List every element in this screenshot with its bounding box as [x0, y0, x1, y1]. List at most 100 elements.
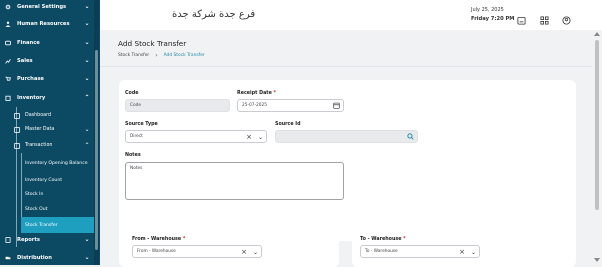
- source-id-label: Source Id: [275, 122, 301, 127]
- to-warehouse-placeholder: To - Warehouse: [365, 249, 398, 254]
- chevron-up-icon: ⌃: [84, 94, 90, 101]
- chevron-down-icon: ⌄: [84, 254, 90, 261]
- clear-icon[interactable]: ×: [459, 248, 465, 256]
- current-day-time: Friday 7:20 PM: [471, 16, 515, 22]
- chevron-down-icon: ⌄: [84, 236, 90, 243]
- branch-name: فرع جدة شركة جدة: [172, 9, 256, 20]
- sidebar-item-label: Stock In: [25, 191, 44, 197]
- page-scrollbar-thumb[interactable]: [595, 40, 599, 210]
- search-icon[interactable]: [407, 133, 414, 140]
- code-field[interactable]: Code: [125, 99, 230, 112]
- required-mark: *: [403, 237, 406, 242]
- transaction-icon: [14, 142, 20, 149]
- code-placeholder: Code: [130, 103, 142, 108]
- scroll-down-icon[interactable]: [594, 258, 600, 262]
- sidebar-item-human-resources[interactable]: Human Resources ⌄: [0, 14, 94, 33]
- users-icon: [5, 21, 11, 27]
- clear-icon[interactable]: ×: [241, 248, 247, 256]
- sidebar-item-label: Stock Out: [25, 206, 48, 212]
- sidebar-item-label: General Settings: [17, 3, 67, 10]
- sidebar-item-reports[interactable]: Reports ⌄: [0, 230, 94, 249]
- chevron-down-icon[interactable]: ⌄: [253, 249, 258, 256]
- sidebar-item-label: Distribution: [17, 254, 52, 261]
- finance-icon: [5, 40, 11, 46]
- source-id-field[interactable]: [275, 130, 418, 143]
- sidebar-item-stock-out[interactable]: Stock Out: [21, 201, 94, 217]
- required-mark: *: [182, 237, 186, 242]
- from-warehouse-card: From - Warehouse * From - Warehouse × ⌄: [119, 227, 339, 267]
- sidebar-item-label: Reports: [17, 236, 40, 243]
- notes-label: Notes: [125, 153, 141, 158]
- dashboard-icon: [14, 112, 20, 119]
- sidebar-item-label: Master Data: [25, 127, 55, 132]
- sidebar-item-label: Stock Transfer: [25, 222, 58, 228]
- reports-icon: [5, 236, 11, 243]
- sidebar-item-sales[interactable]: Sales ⌄: [0, 51, 94, 70]
- sidebar-item-stock-in[interactable]: Stock In: [21, 186, 94, 202]
- notes-textarea[interactable]: Notes: [125, 162, 344, 200]
- scroll-up-icon[interactable]: [594, 32, 600, 36]
- sidebar-item-distribution[interactable]: Distribution ⌄: [0, 248, 94, 267]
- chevron-down-icon[interactable]: ⌄: [258, 134, 263, 141]
- sidebar-item-label: Purchase: [17, 75, 44, 82]
- select-controls: × ⌄: [459, 248, 476, 256]
- sidebar-item-transaction[interactable]: Transaction ⌃: [0, 137, 94, 154]
- main-content: Add Stock Transfer Stock Transfer › Add …: [100, 30, 592, 267]
- receipt-date-field[interactable]: 25-07-2025: [237, 99, 344, 112]
- receipt-date-label: Receipt Date *: [237, 91, 276, 96]
- clear-icon[interactable]: ×: [246, 133, 252, 141]
- sidebar-scrollbar[interactable]: [94, 0, 99, 265]
- source-type-label: Source Type: [125, 122, 158, 127]
- sidebar-item-inventory-opening-balance[interactable]: Inventory Opening Balance: [21, 155, 94, 171]
- page-scrollbar[interactable]: [592, 30, 602, 265]
- source-type-select[interactable]: Direct × ⌄: [125, 130, 267, 143]
- from-warehouse-select[interactable]: From - Warehouse × ⌄: [132, 245, 262, 258]
- required-mark: *: [273, 91, 277, 96]
- master-data-icon: [14, 126, 20, 133]
- select-controls: × ⌄: [246, 133, 263, 141]
- breadcrumb-stock-transfer[interactable]: Stock Transfer: [118, 53, 149, 58]
- chevron-down-icon: ⌄: [84, 3, 90, 10]
- receipt-date-label-text: Receipt Date: [237, 91, 272, 96]
- breadcrumb: Stock Transfer › Add Stock Transfer: [118, 52, 205, 59]
- to-warehouse-label: To - Warehouse *: [360, 237, 406, 242]
- calendar-icon[interactable]: [517, 10, 526, 25]
- sidebar-item-label: Dashboard: [25, 113, 52, 118]
- select-controls: × ⌄: [241, 248, 258, 256]
- sidebar-item-purchase[interactable]: Purchase ⌄: [0, 69, 94, 88]
- current-date: July 25, 2025: [471, 7, 504, 13]
- chevron-down-icon[interactable]: ⌄: [471, 249, 476, 256]
- apps-grid-icon[interactable]: [540, 10, 549, 25]
- calendar-icon[interactable]: [333, 102, 340, 109]
- from-warehouse-label-text: From - Warehouse: [132, 237, 182, 242]
- sales-icon: [5, 58, 11, 64]
- chevron-down-icon: ⌄: [84, 20, 90, 27]
- breadcrumb-current: Add Stock Transfer: [163, 53, 205, 58]
- to-warehouse-label-text: To - Warehouse: [360, 237, 402, 242]
- user-profile-icon[interactable]: [562, 10, 571, 25]
- sidebar-item-label: Inventory Count: [25, 177, 63, 183]
- sidebar-item-label: Transaction: [25, 143, 53, 148]
- sidebar-item-label: Inventory: [17, 94, 46, 101]
- chevron-down-icon: ⌄: [84, 126, 90, 133]
- sidebar-item-inventory[interactable]: Inventory ⌃: [0, 88, 94, 107]
- box-icon: [5, 95, 11, 101]
- top-bar: فرع جدة شركة جدة July 25, 2025 Friday 7:…: [100, 0, 602, 30]
- sidebar-scrollbar-thumb[interactable]: [95, 50, 98, 250]
- divider: [100, 66, 592, 67]
- source-type-value: Direct: [130, 134, 143, 139]
- code-label: Code: [125, 91, 139, 96]
- sidebar-item-master-data[interactable]: Master Data ⌄: [0, 121, 94, 138]
- from-warehouse-label: From - Warehouse *: [132, 237, 185, 242]
- truck-icon: [5, 255, 11, 261]
- sidebar-item-finance[interactable]: Finance ⌄: [0, 33, 94, 52]
- receipt-date-value: 25-07-2025: [242, 103, 267, 108]
- sidebar-item-label: Finance: [17, 39, 40, 46]
- form-card: Code Code Receipt Date * 25-07-2025 Sour…: [119, 80, 576, 241]
- chevron-down-icon: ⌄: [84, 75, 90, 82]
- gear-icon: [5, 4, 11, 10]
- chevron-down-icon: ⌄: [84, 39, 90, 46]
- sidebar-item-label: Sales: [17, 57, 33, 64]
- sidebar-item-label: Human Resources: [17, 20, 70, 27]
- to-warehouse-select[interactable]: To - Warehouse × ⌄: [360, 245, 480, 258]
